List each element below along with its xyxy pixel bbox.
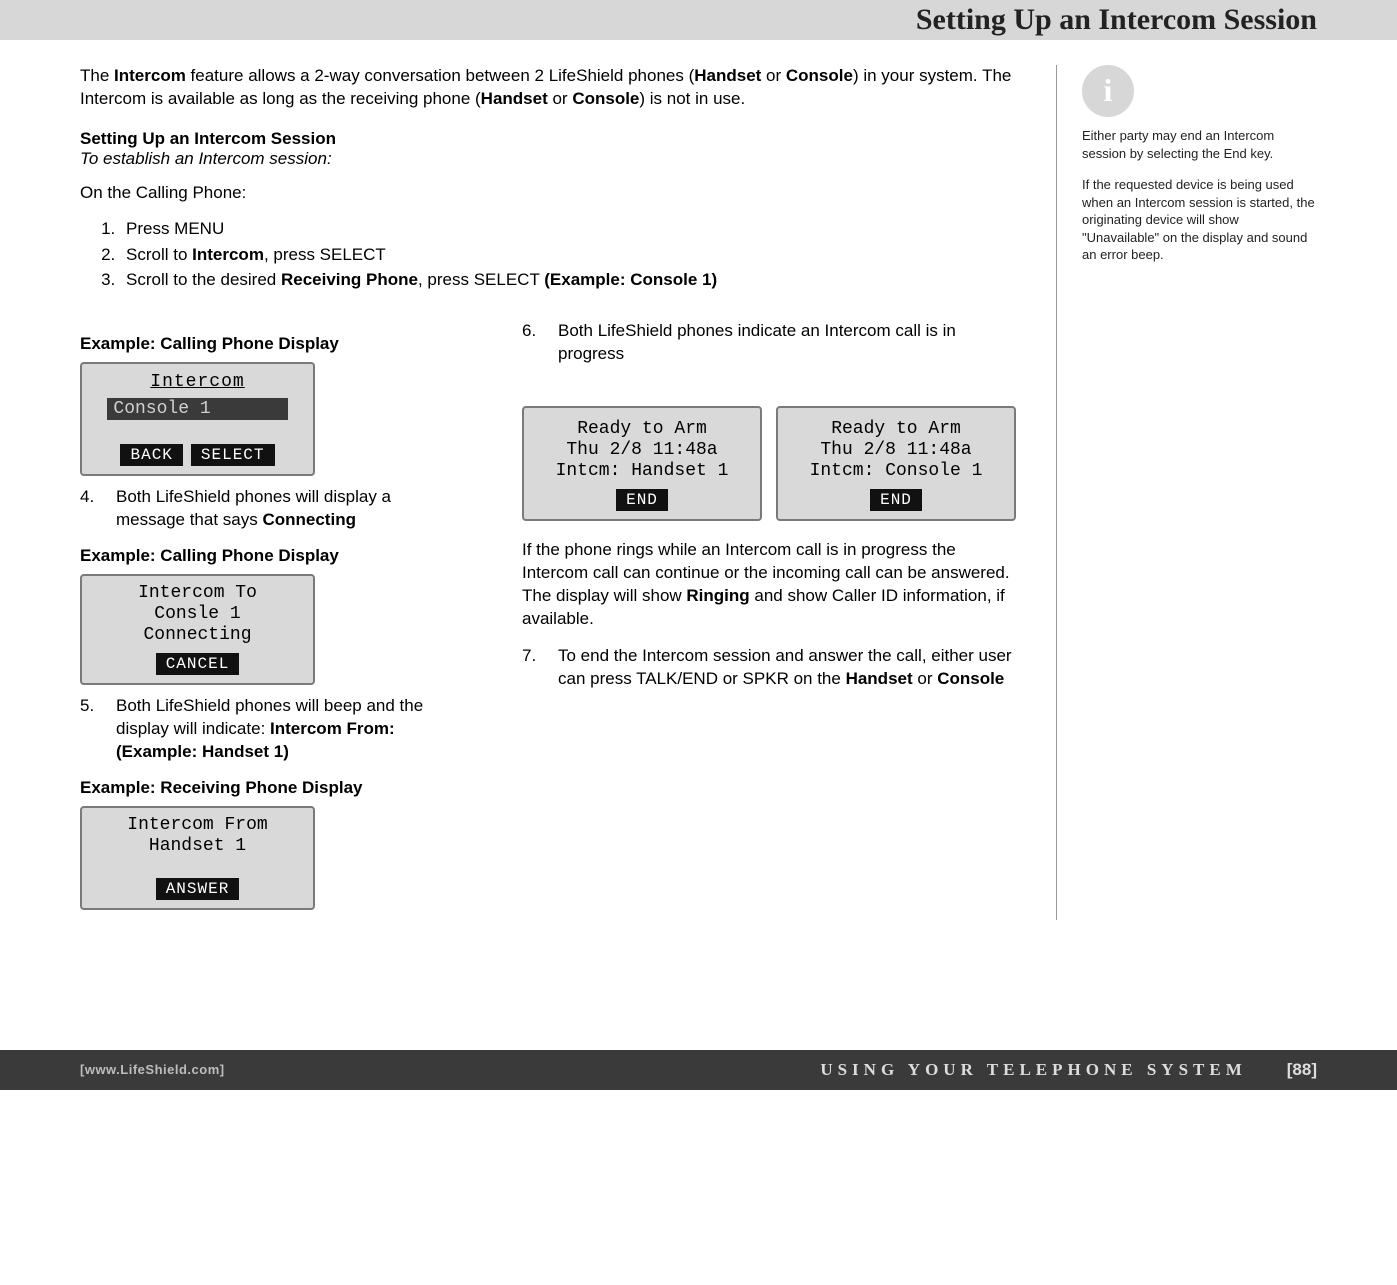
- lcd-line: Ready to Arm: [524, 419, 760, 439]
- two-columns: Example: Calling Phone Display Intercom …: [80, 320, 1016, 920]
- text: , press SELECT: [418, 270, 544, 289]
- lcd-intercom-from: Intercom From Handset 1 ANSWER: [80, 806, 315, 910]
- text: or: [913, 669, 938, 688]
- lcd-line: Handset 1: [82, 836, 313, 856]
- text: Press MENU: [126, 219, 224, 238]
- lcd-line: Thu 2/8 11:48a: [778, 440, 1014, 460]
- example-label-receiving: Example: Receiving Phone Display: [80, 778, 462, 798]
- step-number: 6.: [522, 320, 558, 366]
- bold: Ringing: [686, 586, 749, 605]
- bold: Receiving Phone: [281, 270, 418, 289]
- step-text: Both LifeShield phones will display a me…: [116, 486, 462, 532]
- footer-section: USING YOUR TELEPHONE SYSTEM: [820, 1060, 1246, 1080]
- main-column: The Intercom feature allows a 2-way conv…: [80, 65, 1057, 920]
- example-label-calling-2: Example: Calling Phone Display: [80, 546, 462, 566]
- text: or: [761, 66, 786, 85]
- right-sub-column: 6. Both LifeShield phones indicate an In…: [522, 320, 1016, 920]
- intro-paragraph: The Intercom feature allows a 2-way conv…: [80, 65, 1016, 111]
- sidebar-para-1: Either party may end an Intercom session…: [1082, 127, 1317, 162]
- lcd-intcm-console: Ready to Arm Thu 2/8 11:48a Intcm: Conso…: [776, 406, 1016, 521]
- bold: Handset: [846, 669, 913, 688]
- step-4: 4. Both LifeShield phones will display a…: [80, 486, 462, 532]
- lcd-intercom-select: Intercom Console 1 BACK SELECT: [80, 362, 315, 476]
- sidebar: i Either party may end an Intercom sessi…: [1057, 65, 1317, 920]
- text: feature allows a 2-way conversation betw…: [186, 66, 694, 85]
- lcd-line: Connecting: [82, 625, 313, 645]
- bold: Handset: [481, 89, 548, 108]
- step-text: To end the Intercom session and answer t…: [558, 645, 1016, 691]
- step-1: Press MENU: [120, 217, 1016, 241]
- step-text: Both LifeShield phones indicate an Inter…: [558, 320, 1016, 366]
- lcd-selected-item: Console 1: [107, 398, 287, 420]
- lcd-title: Intercom: [82, 372, 313, 392]
- page-body: The Intercom feature allows a 2-way conv…: [0, 40, 1397, 1020]
- step-2: Scroll to Intercom, press SELECT: [120, 243, 1016, 267]
- section-subhead: Setting Up an Intercom Session: [80, 129, 1016, 149]
- step-6: 6. Both LifeShield phones indicate an In…: [522, 320, 1016, 366]
- info-icon: i: [1082, 65, 1134, 117]
- softkey-end[interactable]: END: [616, 489, 668, 511]
- sidebar-para-2: If the requested device is being used wh…: [1082, 176, 1317, 264]
- softkey-row: END: [524, 489, 760, 511]
- text: or: [548, 89, 573, 108]
- bold: (Example: Handset 1): [116, 742, 289, 761]
- step-number: 7.: [522, 645, 558, 691]
- softkey-end[interactable]: END: [870, 489, 922, 511]
- lcd-intcm-handset: Ready to Arm Thu 2/8 11:48a Intcm: Hands…: [522, 406, 762, 521]
- header-band: Setting Up an Intercom Session: [0, 0, 1397, 40]
- lcd-line: Ready to Arm: [778, 419, 1014, 439]
- softkey-row: END: [778, 489, 1014, 511]
- footer-url: [www.LifeShield.com]: [80, 1062, 225, 1077]
- lcd-line: Intercom From: [82, 815, 313, 835]
- softkey-row: BACK SELECT: [82, 444, 313, 466]
- info-glyph: i: [1104, 69, 1113, 112]
- bold: Handset: [694, 66, 761, 85]
- softkey-back[interactable]: BACK: [120, 444, 182, 466]
- softkey-row: ANSWER: [82, 878, 313, 900]
- lcd-pair: Ready to Arm Thu 2/8 11:48a Intcm: Hands…: [522, 406, 1016, 531]
- lcd-line: Thu 2/8 11:48a: [524, 440, 760, 460]
- text: Scroll to the desired: [126, 270, 281, 289]
- lcd-line: Intercom To: [82, 583, 313, 603]
- after-step-6-para: If the phone rings while an Intercom cal…: [522, 539, 1016, 631]
- step-number: 5.: [80, 695, 116, 764]
- on-calling-label: On the Calling Phone:: [80, 183, 1016, 203]
- lcd-line: Consle 1: [82, 604, 313, 624]
- lcd-line: Intcm: Console 1: [778, 461, 1014, 481]
- softkey-cancel[interactable]: CANCEL: [156, 653, 240, 675]
- softkey-answer[interactable]: ANSWER: [156, 878, 240, 900]
- text: ) is not in use.: [639, 89, 745, 108]
- page-title: Setting Up an Intercom Session: [916, 3, 1317, 37]
- bold: Intercom: [114, 66, 186, 85]
- softkey-row: CANCEL: [82, 653, 313, 675]
- lcd-connecting: Intercom To Consle 1 Connecting CANCEL: [80, 574, 315, 685]
- step-3: Scroll to the desired Receiving Phone, p…: [120, 268, 1016, 292]
- text: Scroll to: [126, 245, 192, 264]
- footer: [www.LifeShield.com] USING YOUR TELEPHON…: [0, 1050, 1397, 1090]
- left-sub-column: Example: Calling Phone Display Intercom …: [80, 320, 462, 920]
- step-7: 7. To end the Intercom session and answe…: [522, 645, 1016, 691]
- section-subhead-em: To establish an Intercom session:: [80, 149, 1016, 169]
- bold: Connecting: [262, 510, 356, 529]
- bold: Intercom: [192, 245, 264, 264]
- bold: (Example: Console 1): [544, 270, 717, 289]
- footer-page-number: [88]: [1287, 1060, 1317, 1080]
- steps-1-3: Press MENU Scroll to Intercom, press SEL…: [80, 217, 1016, 292]
- text: The: [80, 66, 114, 85]
- step-5: 5. Both LifeShield phones will beep and …: [80, 695, 462, 764]
- bold: Console: [937, 669, 1004, 688]
- lcd-line: Intcm: Handset 1: [524, 461, 760, 481]
- softkey-select[interactable]: SELECT: [191, 444, 275, 466]
- bold: Console: [786, 66, 853, 85]
- text: , press SELECT: [264, 245, 386, 264]
- example-label-calling-1: Example: Calling Phone Display: [80, 334, 462, 354]
- step-text: Both LifeShield phones will beep and the…: [116, 695, 462, 764]
- bold: Console: [572, 89, 639, 108]
- step-number: 4.: [80, 486, 116, 532]
- bold: Intercom From:: [270, 719, 395, 738]
